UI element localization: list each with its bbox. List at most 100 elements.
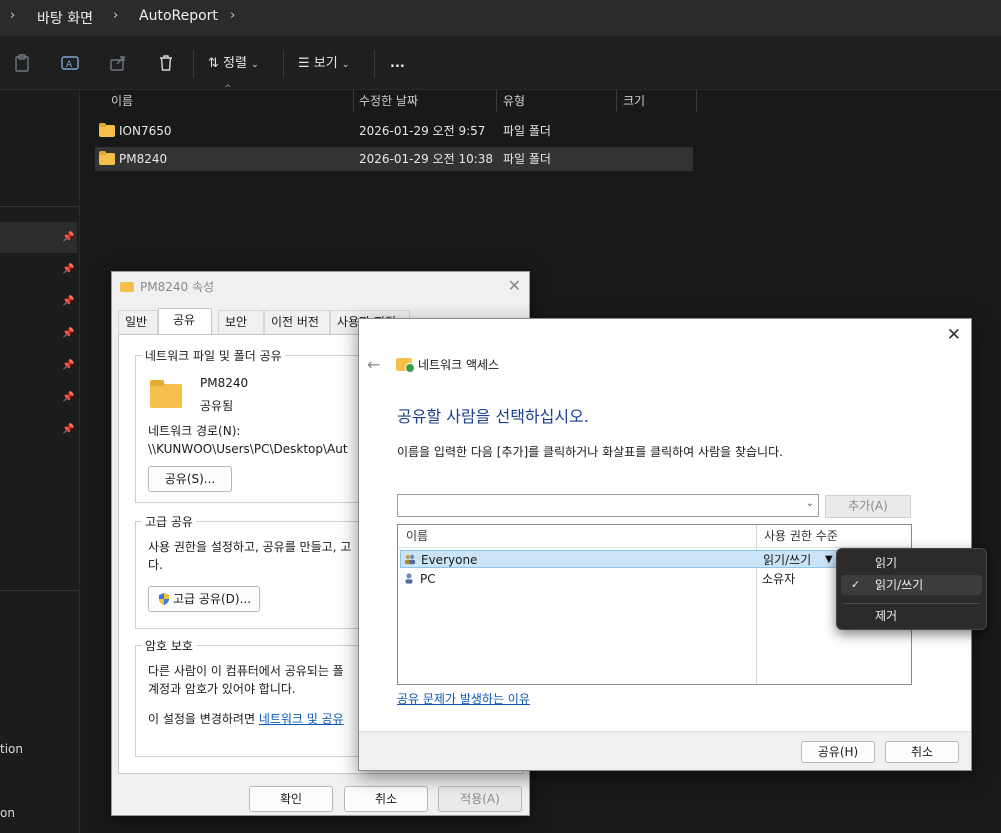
file-name: ION7650 — [119, 124, 172, 138]
column-divider[interactable] — [353, 90, 354, 112]
advanced-desc: 사용 권한을 설정하고, 공유를 만들고, 고 — [148, 540, 352, 554]
column-header-size[interactable]: 크기 — [623, 90, 645, 112]
window-title-text: 네트워크 액세스 — [418, 358, 500, 372]
pin-icon: 📌 — [62, 360, 75, 371]
delete-icon[interactable] — [156, 54, 176, 74]
menu-item-label: 읽기/쓰기 — [875, 578, 924, 592]
pin-icon: 📌 — [62, 296, 75, 307]
shield-icon — [158, 593, 169, 605]
nav-item-partial[interactable]: tion — [0, 742, 23, 756]
user-permission: 소유자 — [762, 572, 796, 586]
svg-text:A: A — [66, 60, 73, 70]
network-path-label: 네트워크 경로(N): — [148, 424, 241, 438]
column-header-name[interactable]: 이름 — [406, 525, 428, 547]
chevron-down-icon[interactable]: ⌄ — [806, 498, 814, 509]
column-divider — [756, 525, 757, 684]
cancel-button[interactable]: 취소 — [885, 741, 959, 763]
tab-security[interactable]: 보안 — [218, 310, 264, 334]
password-change-prefix: 이 설정을 변경하려면 — [148, 712, 259, 726]
password-change-text: 이 설정을 변경하려면 네트워크 및 공유 — [148, 710, 344, 727]
column-divider[interactable] — [496, 90, 497, 112]
command-bar: A ⇅ 정렬 ⌄ ☰ 보기 ⌄ ... — [0, 36, 1001, 90]
list-row-everyone[interactable]: Everyone 읽기/쓰기 ▼ — [400, 550, 911, 568]
view-icon: ☰ — [298, 56, 314, 71]
toolbar-divider — [193, 50, 194, 78]
file-row[interactable]: ION7650 2026-01-29 오전 9:57 파일 폴더 — [95, 119, 693, 143]
dialog-title-text: PM8240 속성 — [140, 280, 215, 294]
share-icon[interactable] — [108, 54, 128, 74]
dialog-heading: 공유할 사람을 선택하십시오. — [397, 407, 589, 426]
folder-icon — [150, 380, 182, 408]
nav-item-partial[interactable]: on — [0, 806, 15, 820]
menu-item-read[interactable]: 읽기 — [841, 553, 982, 573]
paste-icon[interactable] — [12, 54, 32, 74]
menu-item-label: 제거 — [875, 609, 898, 623]
share-confirm-button[interactable]: 공유(H) — [801, 741, 875, 763]
column-header-type[interactable]: 유형 — [503, 90, 525, 112]
more-options-button[interactable]: ... — [390, 54, 405, 74]
chevron-right-icon: › — [113, 8, 119, 23]
pin-icon: 📌 — [62, 328, 75, 339]
permission-context-menu: 읽기 ✓ 읽기/쓰기 제거 — [836, 548, 987, 630]
file-type: 파일 폴더 — [503, 152, 551, 166]
window-title: 네트워크 액세스 — [396, 356, 499, 373]
rename-icon[interactable]: A — [60, 54, 80, 74]
sort-ascending-icon: ^ — [224, 84, 232, 94]
column-divider[interactable] — [616, 90, 617, 112]
user-name-combobox[interactable]: ⌄ — [397, 494, 819, 517]
ok-button[interactable]: 확인 — [249, 786, 333, 812]
close-button[interactable]: ✕ — [508, 276, 521, 295]
user-name: PC — [420, 572, 436, 586]
tab-previous-versions[interactable]: 이전 버전 — [264, 310, 330, 334]
sharing-troubleshoot-link[interactable]: 공유 문제가 발생하는 이유 — [397, 690, 530, 707]
group-users-icon — [404, 554, 416, 565]
network-sharing-center-link[interactable]: 네트워크 및 공유 — [259, 712, 344, 726]
menu-item-remove[interactable]: 제거 — [841, 606, 982, 626]
view-button[interactable]: ☰ 보기 ⌄ — [298, 54, 349, 74]
toolbar-divider — [374, 50, 375, 78]
pin-icon: 📌 — [62, 424, 75, 435]
file-row-selected[interactable]: PM8240 2026-01-29 오전 10:38 파일 폴더 — [95, 147, 693, 171]
share-button[interactable]: 공유(S)... — [148, 466, 232, 492]
file-date: 2026-01-29 오전 9:57 — [359, 124, 486, 138]
sort-label: 정렬 — [223, 56, 247, 71]
group-label: 고급 공유 — [142, 513, 196, 530]
advanced-sharing-label: 고급 공유(D)... — [172, 592, 252, 606]
network-access-dialog: ✕ ← 네트워크 액세스 공유할 사람을 선택하십시오. 이름을 입력한 다음 … — [358, 318, 972, 771]
apply-button[interactable]: 적용(A) — [438, 786, 522, 812]
navigation-pane: 📌 📌 📌 📌 📌 📌 📌 tion on — [0, 90, 80, 833]
close-button[interactable]: ✕ — [947, 325, 961, 345]
user-icon — [405, 573, 413, 584]
tab-general[interactable]: 일반 — [118, 310, 158, 334]
address-bar[interactable]: › 바탕 화면 › AutoReport › — [0, 0, 1001, 36]
chevron-down-icon: ⌄ — [251, 60, 259, 70]
breadcrumb-desktop[interactable]: 바탕 화면 — [37, 8, 93, 28]
pin-icon: 📌 — [62, 264, 75, 275]
view-label: 보기 — [313, 56, 338, 71]
advanced-sharing-button[interactable]: 고급 공유(D)... — [148, 586, 260, 612]
column-divider[interactable] — [696, 90, 697, 112]
file-date: 2026-01-29 오전 10:38 — [359, 152, 494, 166]
user-permission[interactable]: 읽기/쓰기 — [763, 551, 811, 569]
menu-divider — [843, 603, 980, 604]
column-header-permission[interactable]: 사용 권한 수준 — [764, 525, 838, 547]
column-header-name[interactable]: 이름 — [111, 90, 133, 112]
group-label: 암호 보호 — [142, 637, 196, 654]
dropdown-arrow-icon[interactable]: ▼ — [825, 551, 833, 569]
user-permission-list: 이름 사용 권한 수준 Everyone 읽기/쓰기 ▼ PC 소유자 — [397, 524, 912, 685]
file-type: 파일 폴더 — [503, 124, 551, 138]
list-row-pc[interactable]: PC 소유자 — [400, 570, 911, 588]
breadcrumb-autoreport[interactable]: AutoReport — [139, 8, 218, 24]
network-folder-icon — [396, 358, 415, 373]
tab-sharing[interactable]: 공유 — [158, 308, 212, 335]
back-arrow-icon[interactable]: ← — [367, 355, 380, 374]
instruction-text: 이름을 입력한 다음 [추가]를 클릭하거나 화살표를 클릭하여 사람을 찾습니… — [397, 445, 783, 459]
menu-item-label: 읽기 — [875, 556, 898, 570]
header-divider — [398, 547, 911, 548]
add-button[interactable]: 추가(A) — [825, 495, 911, 518]
column-header-date[interactable]: 수정한 날짜 — [359, 90, 418, 112]
menu-item-read-write[interactable]: ✓ 읽기/쓰기 — [841, 575, 982, 595]
sort-button[interactable]: ⇅ 정렬 ⌄ — [208, 54, 259, 74]
folder-icon — [99, 123, 115, 137]
cancel-button[interactable]: 취소 — [344, 786, 428, 812]
